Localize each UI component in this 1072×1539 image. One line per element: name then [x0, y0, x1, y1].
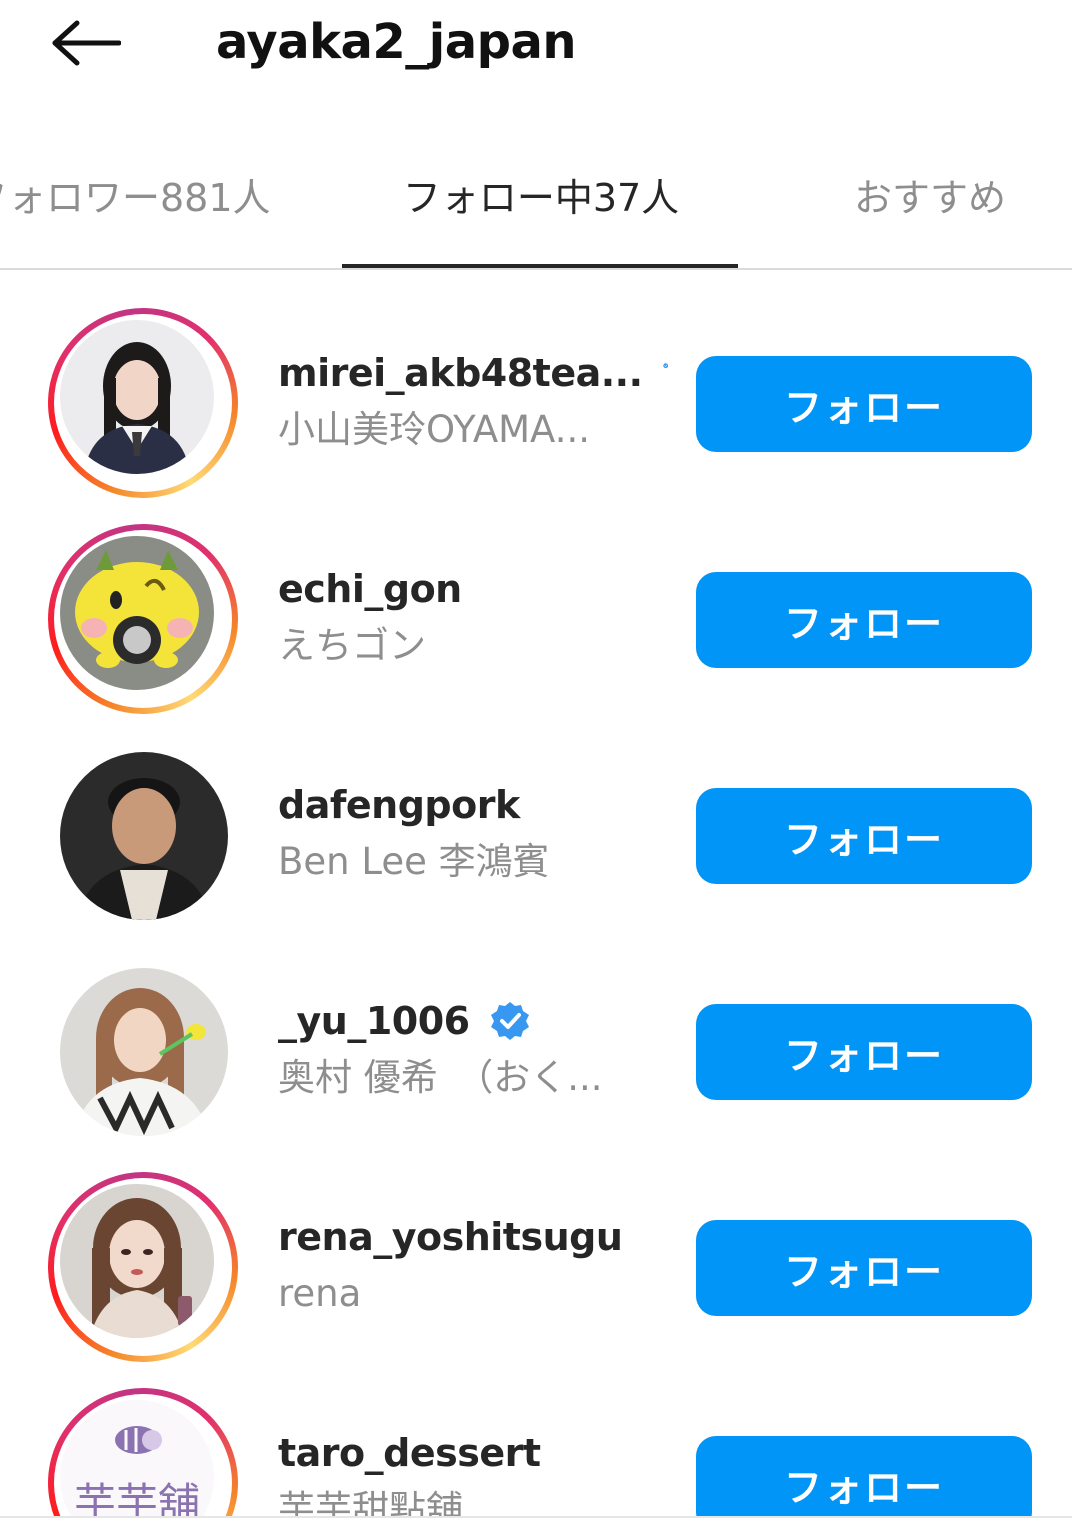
follow-button[interactable]: フォロー	[696, 1436, 1032, 1518]
profile-photo-icon	[60, 1184, 214, 1338]
username-link[interactable]: taro_dessert	[278, 1431, 541, 1475]
tab-suggested[interactable]: おすすめ	[854, 150, 1006, 266]
back-button[interactable]	[46, 10, 126, 80]
profile-photo-icon	[60, 752, 228, 920]
avatar[interactable]	[48, 1172, 238, 1362]
taro-logo-text: 芋芋舖	[74, 1479, 200, 1518]
verified-badge-icon	[490, 1001, 530, 1041]
list-item: _yu_1006 奥村 優希 （おく... フォロー	[0, 918, 1072, 1136]
full-name: えちゴン	[278, 624, 426, 667]
username-link[interactable]: _yu_1006	[278, 999, 470, 1043]
avatar[interactable]	[60, 968, 228, 1136]
avatar[interactable]	[60, 752, 228, 920]
follow-button[interactable]: フォロー	[696, 572, 1032, 668]
full-name: 奥村 優希 （おく...	[278, 1056, 603, 1099]
follow-button[interactable]: フォロー	[696, 356, 1032, 452]
top-bar: ayaka2_japan	[0, 0, 1072, 90]
following-list: mirei_akb48tea... 小山美玲OYAMA... フォロー echi…	[0, 270, 1072, 1518]
avatar[interactable]: 芋芋舖	[48, 1388, 238, 1518]
follow-button[interactable]: フォロー	[696, 1220, 1032, 1316]
verified-badge-icon	[662, 353, 668, 393]
profile-photo-icon	[60, 320, 214, 474]
username-link[interactable]: mirei_akb48tea...	[278, 351, 643, 395]
list-item: echi_gon えちゴン フォロー	[0, 486, 1072, 714]
full-name: rena	[278, 1272, 362, 1315]
page-title: ayaka2_japan	[216, 14, 577, 70]
username-link[interactable]: echi_gon	[278, 567, 462, 611]
follow-button[interactable]: フォロー	[696, 788, 1032, 884]
avatar[interactable]	[48, 308, 238, 498]
username-link[interactable]: dafengpork	[278, 783, 520, 827]
list-item: mirei_akb48tea... 小山美玲OYAMA... フォロー	[0, 270, 1072, 498]
list-item: rena_yoshitsugu rena フォロー	[0, 1134, 1072, 1362]
list-item: 芋芋舖 taro_dessert 芋芋甜點舖 フォロー	[0, 1350, 1072, 1518]
avatar[interactable]	[48, 524, 238, 714]
full-name: Ben Lee 李鴻賓	[278, 840, 550, 883]
tab-following[interactable]: フォロー中37人	[346, 150, 736, 266]
full-name: 芋芋甜點舖	[278, 1488, 463, 1518]
bottom-edge	[0, 1516, 1072, 1539]
profile-photo-icon	[60, 536, 214, 690]
tab-followers[interactable]: フォロワー881人	[0, 150, 271, 266]
tab-bar: フォロワー881人 フォロー中37人 おすすめ	[0, 150, 1072, 270]
arrow-left-icon	[51, 20, 122, 70]
list-item: dafengpork Ben Lee 李鴻賓 フォロー	[0, 702, 1072, 920]
username-link[interactable]: rena_yoshitsugu	[278, 1215, 623, 1259]
profile-photo-icon	[60, 968, 228, 1136]
follow-button[interactable]: フォロー	[696, 1004, 1032, 1100]
full-name: 小山美玲OYAMA...	[278, 408, 591, 451]
